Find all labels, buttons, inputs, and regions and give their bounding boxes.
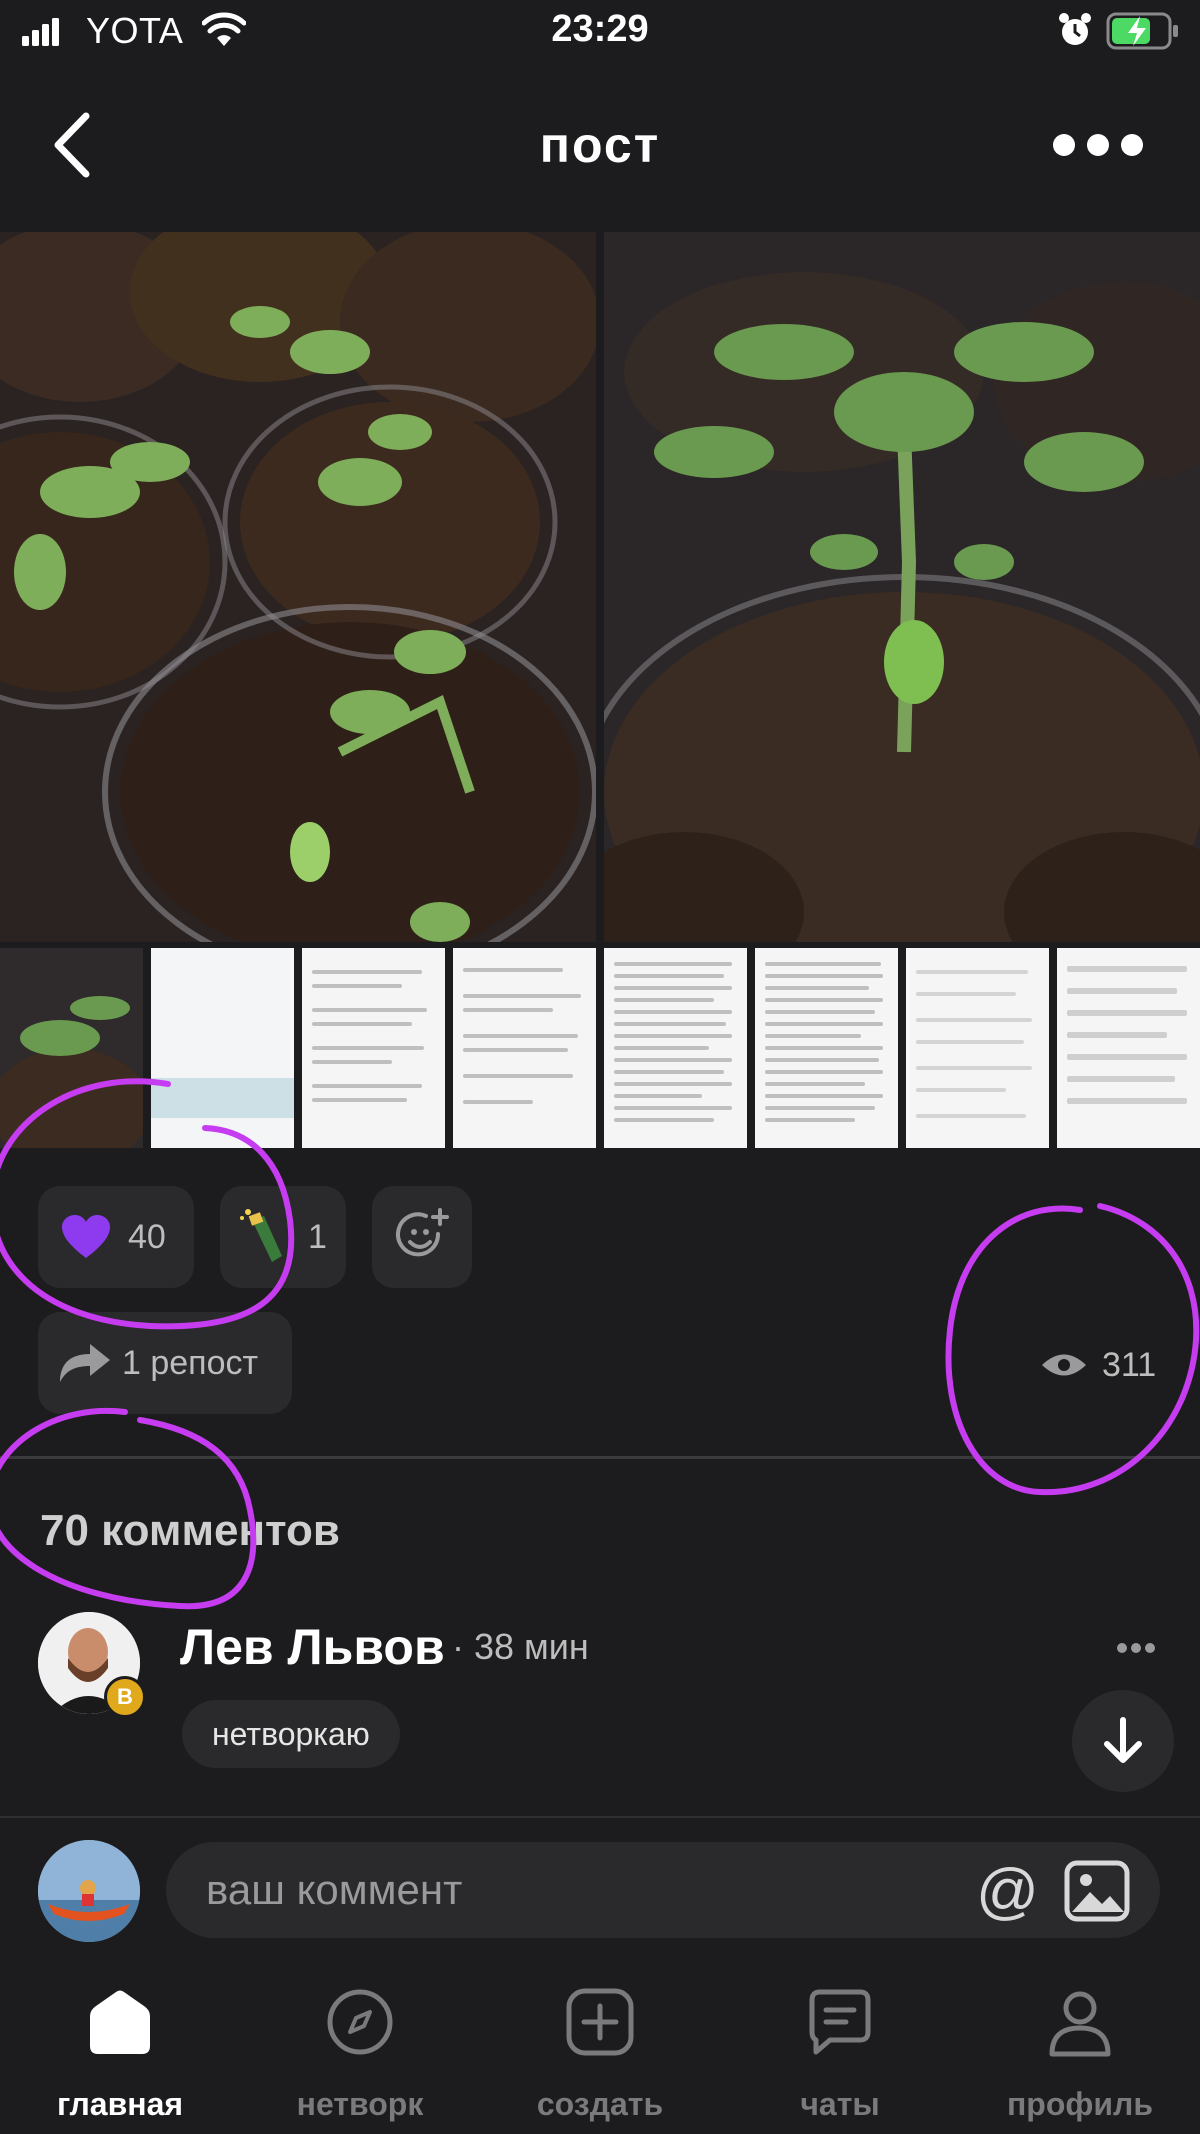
views-count: 311	[1102, 1346, 1157, 1384]
thumbnail[interactable]	[604, 948, 747, 1148]
add-reaction-button[interactable]	[372, 1186, 472, 1288]
profile-icon	[1049, 1991, 1111, 2057]
page-title: пост	[539, 117, 661, 173]
champagne-icon	[240, 1209, 282, 1262]
reaction-heart-button[interactable]: 40	[38, 1186, 194, 1288]
tab-network[interactable]: нетворк	[240, 1966, 480, 2134]
thumbnail-image	[151, 948, 294, 1148]
mention-button[interactable]: @	[976, 1856, 1039, 1927]
repost-label: 1 репост	[122, 1344, 259, 1382]
attach-image-icon[interactable]	[1064, 1860, 1130, 1922]
thumbnail[interactable]	[1057, 948, 1200, 1148]
thumbnail-image	[0, 996, 143, 1148]
reaction-count: 1	[308, 1218, 327, 1256]
plus-square-icon	[566, 1988, 634, 2056]
post-photo-1[interactable]	[0, 232, 596, 942]
compass-icon	[327, 1989, 393, 2055]
thumbnail[interactable]	[0, 948, 143, 1148]
eye-icon	[1042, 1354, 1086, 1376]
tab-chats[interactable]: чаты	[720, 1966, 960, 2134]
chat-icon	[809, 1989, 871, 2055]
thumbnail[interactable]	[453, 948, 596, 1148]
tab-home[interactable]: главная	[0, 1966, 240, 2134]
battery-icon	[1106, 12, 1178, 50]
thumbnail[interactable]	[302, 948, 445, 1148]
author-level-badge: В	[104, 1676, 146, 1718]
thumbnail[interactable]	[151, 948, 294, 1148]
scroll-down-button[interactable]	[1072, 1690, 1174, 1792]
photo-thumbnail-strip	[0, 948, 1200, 1148]
status-bar: YOTA 23:29	[0, 0, 1200, 64]
post-photo-2[interactable]	[604, 232, 1200, 942]
comment-author-name[interactable]: Лев Львов	[180, 1618, 445, 1676]
reaction-count: 40	[128, 1218, 166, 1256]
seedling-closeup-image	[604, 232, 1200, 942]
clock: 23:29	[551, 8, 649, 50]
tab-label: главная	[56, 2086, 184, 2122]
arrow-down-icon	[1104, 1717, 1142, 1763]
my-avatar[interactable]	[38, 1840, 140, 1942]
add-emoji-icon	[396, 1208, 449, 1257]
thumbnail[interactable]	[755, 948, 898, 1148]
my-avatar-image	[38, 1840, 140, 1942]
comment-more-icon[interactable]	[1116, 1642, 1156, 1654]
comment-time: · 38 мин	[452, 1626, 589, 1667]
repost-arrow-icon	[60, 1344, 110, 1382]
tab-create[interactable]: создать	[480, 1966, 720, 2134]
divider	[0, 1456, 1200, 1459]
thumbnail[interactable]	[906, 948, 1049, 1148]
bottom-tab-bar: главная нетворк создать чаты профиль	[0, 1966, 1200, 2134]
tab-label: создать	[536, 2086, 664, 2122]
tab-label: нетворк	[296, 2086, 424, 2122]
seedlings-photo-image	[0, 232, 596, 942]
alarm-icon	[1059, 13, 1091, 45]
author-status-tag: нетворкаю	[182, 1700, 400, 1768]
tab-profile[interactable]: профиль	[960, 1966, 1200, 2134]
tab-label: чаты	[800, 2086, 880, 2122]
more-options-icon[interactable]	[1052, 130, 1144, 160]
tab-label: профиль	[1006, 2086, 1154, 2122]
purple-heart-icon	[62, 1215, 110, 1258]
repost-button[interactable]: 1 репост	[38, 1312, 292, 1414]
home-icon	[90, 1990, 150, 2054]
top-nav: пост	[0, 80, 1200, 210]
reaction-champagne-button[interactable]: 1	[220, 1186, 346, 1288]
views-counter: 311	[1040, 1340, 1170, 1390]
comments-count-title: 70 комментов	[40, 1506, 340, 1555]
